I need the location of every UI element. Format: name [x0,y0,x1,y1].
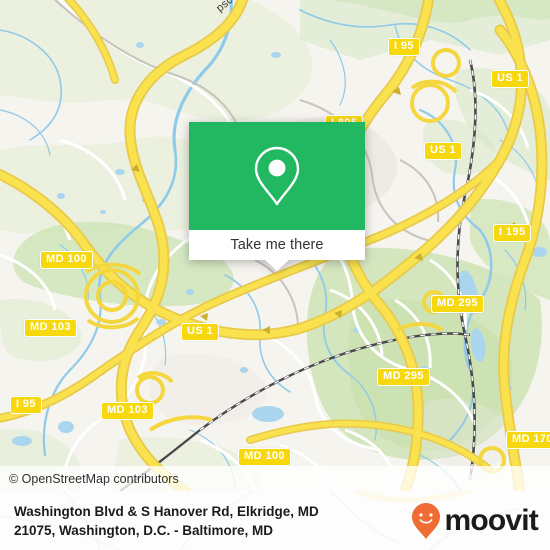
osm-attribution-text: © OpenStreetMap contributors [9,471,179,486]
moovit-wordmark: moovit [444,503,538,537]
popup-tail [265,260,289,271]
road-shield-us1-topright[interactable]: US 1 [491,70,530,88]
location-title-line2: 21075, Washington, D.C. - Baltimore, MD [14,522,274,538]
map-canvas[interactable]: psco River I 95 US 1 I 895 US 1 I 195 MD… [0,0,550,491]
road-shield-us1-right[interactable]: US 1 [424,142,463,160]
moovit-pin-icon [412,502,441,539]
moovit-logo[interactable]: moovit [411,502,539,540]
take-me-there-button[interactable]: Take me there [189,230,365,271]
road-shield-md103-lower[interactable]: MD 103 [101,402,154,420]
road-shield-md295-lower[interactable]: MD 295 [377,368,430,386]
location-popup-card[interactable]: Take me there [189,122,365,271]
map-attribution-bar: © OpenStreetMap contributors [0,466,550,491]
take-me-there-label: Take me there [230,237,324,253]
road-shield-md103-left[interactable]: MD 103 [24,319,77,337]
moovit-map-screen: psco River I 95 US 1 I 895 US 1 I 195 MD… [0,0,550,550]
location-title-line1: Washington Blvd & S Hanover Rd, Elkridge… [14,503,319,519]
road-shield-i95-top[interactable]: I 95 [388,38,420,56]
footer-bar: Washington Blvd & S Hanover Rd, Elkridge… [0,491,550,550]
map-pin-icon [254,146,300,206]
road-shield-md170[interactable]: MD 170 [506,431,550,449]
footer-content: Washington Blvd & S Hanover Rd, Elkridge… [0,491,550,550]
popup-icon-area [189,122,365,230]
road-shield-md100-left[interactable]: MD 100 [40,251,93,269]
road-shield-md100-lower[interactable]: MD 100 [238,448,291,466]
road-shield-md295-upper[interactable]: MD 295 [431,295,484,313]
road-shield-us1-center[interactable]: US 1 [181,323,220,341]
road-shield-i95-left[interactable]: I 95 [10,396,42,414]
road-shield-i195[interactable]: I 195 [493,224,532,242]
location-title: Washington Blvd & S Hanover Rd, Elkridge… [14,502,319,540]
